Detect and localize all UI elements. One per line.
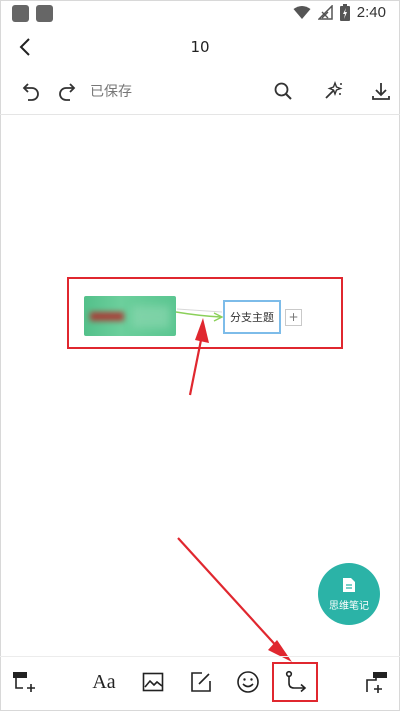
mind-note-fab[interactable]: 思维笔记 <box>318 563 380 625</box>
save-status: 已保存 <box>90 84 132 100</box>
branch-topic-label: 分支主题 <box>230 311 274 324</box>
emoji-icon <box>237 671 259 693</box>
top-toolbar: 已保存 <box>0 72 400 110</box>
add-floating-topic-icon <box>366 672 387 693</box>
fab-label: 思维笔记 <box>329 600 369 612</box>
notification-icon <box>36 5 53 22</box>
blurred-content <box>132 306 170 328</box>
nav-bar: 10 <box>0 30 400 66</box>
add-floating-topic-button[interactable] <box>362 667 392 697</box>
undo-button[interactable] <box>18 78 44 104</box>
emoji-button[interactable] <box>233 667 263 697</box>
magic-wand-icon <box>325 81 343 99</box>
image-icon <box>142 672 164 692</box>
central-topic-node[interactable] <box>84 296 176 336</box>
status-right: 2:40 <box>293 4 386 21</box>
download-button[interactable] <box>368 78 394 104</box>
note-button[interactable] <box>186 667 216 697</box>
add-subtopic-icon <box>13 672 35 692</box>
search-button[interactable] <box>270 78 296 104</box>
signal-icon <box>317 5 333 20</box>
add-subtopic-button[interactable] <box>8 667 38 697</box>
add-node-button[interactable]: + <box>285 309 302 326</box>
document-icon <box>343 577 355 592</box>
redo-icon <box>59 83 76 101</box>
font-button[interactable]: Aa <box>89 667 119 697</box>
note-icon <box>191 672 211 692</box>
wifi-icon <box>293 6 311 19</box>
image-button[interactable] <box>138 667 168 697</box>
status-bar: 2:40 <box>0 0 400 28</box>
download-icon <box>372 83 390 100</box>
style-button[interactable] <box>320 78 346 104</box>
document-title: 10 <box>190 38 210 56</box>
status-time: 2:40 <box>356 4 386 21</box>
undo-icon <box>22 83 39 101</box>
annotation-highlight-box <box>272 662 318 702</box>
blurred-content <box>90 312 124 321</box>
bottom-toolbar: Aa <box>0 656 400 712</box>
redo-button[interactable] <box>54 78 80 104</box>
branch-topic-node[interactable]: 分支主题 <box>223 300 281 334</box>
search-icon <box>274 82 292 100</box>
notification-icon <box>12 5 29 22</box>
battery-icon <box>339 4 350 21</box>
